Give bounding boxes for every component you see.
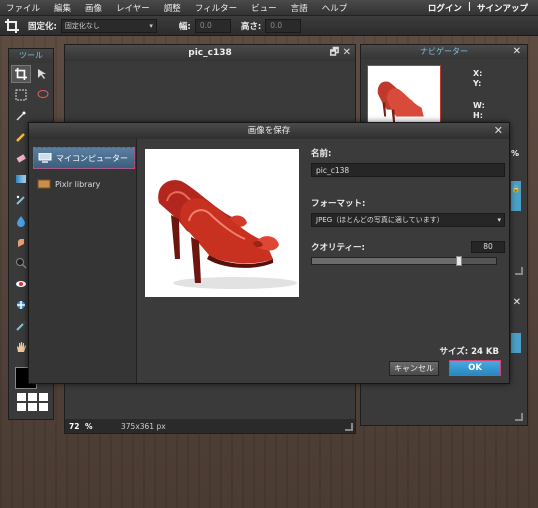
tools-panel-title: ツール	[9, 49, 53, 63]
crop-constraint-label: 固定化:	[28, 21, 57, 32]
library-icon	[37, 179, 51, 189]
format-select[interactable]: JPEG（ほとんどの写真に適しています） ▾	[311, 213, 505, 227]
layers-scrollbar[interactable]: 🔒	[511, 181, 521, 211]
marquee-tool-icon[interactable]	[11, 86, 31, 104]
shoes-preview-image	[158, 180, 297, 289]
document-title-bar: pic_c138 🗗 ✕	[65, 45, 355, 61]
signup-link[interactable]: サインアップ	[477, 2, 528, 14]
file-size-text: サイズ: 24 KB	[439, 347, 499, 357]
menu-view[interactable]: ビュー	[251, 2, 277, 14]
quality-label: クオリティー:	[311, 243, 365, 253]
lock-icon: 🔒	[511, 185, 521, 193]
location-label: Pixlr library	[55, 179, 101, 189]
history-scrollbar[interactable]	[511, 333, 521, 353]
menu-image[interactable]: 画像	[85, 2, 102, 14]
menu-language[interactable]: 言語	[291, 2, 308, 14]
menu-adjust[interactable]: 調整	[164, 2, 181, 14]
restore-icon[interactable]: 🗗	[330, 47, 339, 58]
options-bar: 固定化: 固定化なし ▾ 幅: 0.0 高さ: 0.0	[0, 16, 538, 36]
chevron-down-icon: ▾	[497, 216, 501, 224]
close-icon[interactable]: ✕	[343, 47, 351, 58]
width-label: 幅:	[178, 21, 191, 32]
document-status-bar: 72 % 375x361 px	[65, 419, 355, 433]
save-image-dialog: 画像を保存 ✕ マイコンピューター Pixlr library 名前: pic_…	[28, 122, 510, 384]
image-preview	[145, 149, 299, 297]
chevron-down-icon: ▾	[149, 21, 153, 30]
w-label: W:	[473, 101, 485, 110]
login-link[interactable]: ログイン	[428, 2, 462, 14]
close-icon[interactable]: ✕	[513, 45, 521, 59]
crop-constraint-select[interactable]: 固定化なし ▾	[60, 18, 157, 33]
dialog-title-bar: 画像を保存 ✕	[29, 123, 509, 139]
zoom-unit: %	[85, 421, 93, 431]
quality-slider[interactable]	[311, 256, 497, 266]
account-links: ログイン | サインアップ	[428, 2, 528, 14]
window-controls: 🗗 ✕	[330, 45, 351, 61]
name-label: 名前:	[311, 149, 332, 159]
save-form: 名前: pic_c138 フォーマット: JPEG（ほとんどの写真に適しています…	[311, 147, 505, 266]
location-pixlr-library[interactable]: Pixlr library	[33, 173, 135, 195]
height-label: 高さ:	[240, 21, 262, 32]
zoom-input[interactable]: 72	[65, 422, 85, 431]
quality-slider-fill	[312, 258, 460, 264]
navigator-info: X: Y: W: H:	[473, 69, 485, 121]
lasso-tool-icon[interactable]	[33, 86, 53, 104]
crop-tool-icon[interactable]	[11, 65, 31, 83]
save-location-list: マイコンピューター Pixlr library	[29, 139, 137, 383]
document-dimensions: 375x361 px	[121, 421, 166, 431]
dialog-title: 画像を保存	[247, 126, 291, 136]
resize-handle-icon[interactable]	[345, 423, 353, 431]
height-input[interactable]: 0.0	[265, 18, 302, 33]
menu-help[interactable]: ヘルプ	[322, 2, 348, 14]
menu-layer[interactable]: レイヤー	[116, 2, 150, 14]
x-label: X:	[473, 69, 483, 78]
computer-icon	[38, 152, 52, 163]
width-input[interactable]: 0.0	[194, 18, 231, 33]
navigator-title-bar: ナビゲーター ✕	[361, 45, 527, 59]
location-my-computer[interactable]: マイコンピューター	[33, 147, 135, 169]
ok-button[interactable]: OK	[449, 360, 501, 376]
resize-handle-icon[interactable]	[515, 267, 523, 275]
grid-view-icon[interactable]	[17, 393, 48, 411]
location-label: マイコンピューター	[56, 153, 128, 163]
menu-edit[interactable]: 編集	[54, 2, 71, 14]
move-tool-icon[interactable]	[33, 65, 53, 83]
cancel-button[interactable]: キャンセル	[389, 361, 439, 376]
quality-input[interactable]: 80	[471, 241, 505, 253]
menu-bar: ファイル 編集 画像 レイヤー 調整 フィルター ビュー 言語 ヘルプ ログイン…	[0, 0, 538, 16]
navigator-title: ナビゲーター	[420, 47, 468, 56]
quality-slider-knob[interactable]	[456, 256, 463, 266]
menu-filter[interactable]: フィルター	[195, 2, 237, 14]
navigator-zoom-unit: %	[511, 149, 520, 158]
menu-file[interactable]: ファイル	[6, 2, 40, 14]
format-label: フォーマット:	[311, 199, 366, 209]
crop-constraint-value: 固定化なし	[64, 21, 100, 30]
resize-handle-icon[interactable]	[515, 413, 523, 421]
h-label: H:	[473, 111, 483, 120]
quality-row: クオリティー: 80	[311, 241, 505, 253]
format-value: JPEG（ほとんどの写真に適しています）	[316, 216, 444, 224]
crop-tool-icon	[2, 17, 22, 35]
account-separator: |	[467, 2, 471, 12]
name-input[interactable]: pic_c138	[311, 163, 505, 177]
document-title: pic_c138	[188, 48, 232, 58]
close-icon[interactable]: ✕	[513, 297, 521, 308]
close-icon[interactable]: ✕	[494, 123, 503, 139]
y-label: Y:	[473, 79, 482, 88]
